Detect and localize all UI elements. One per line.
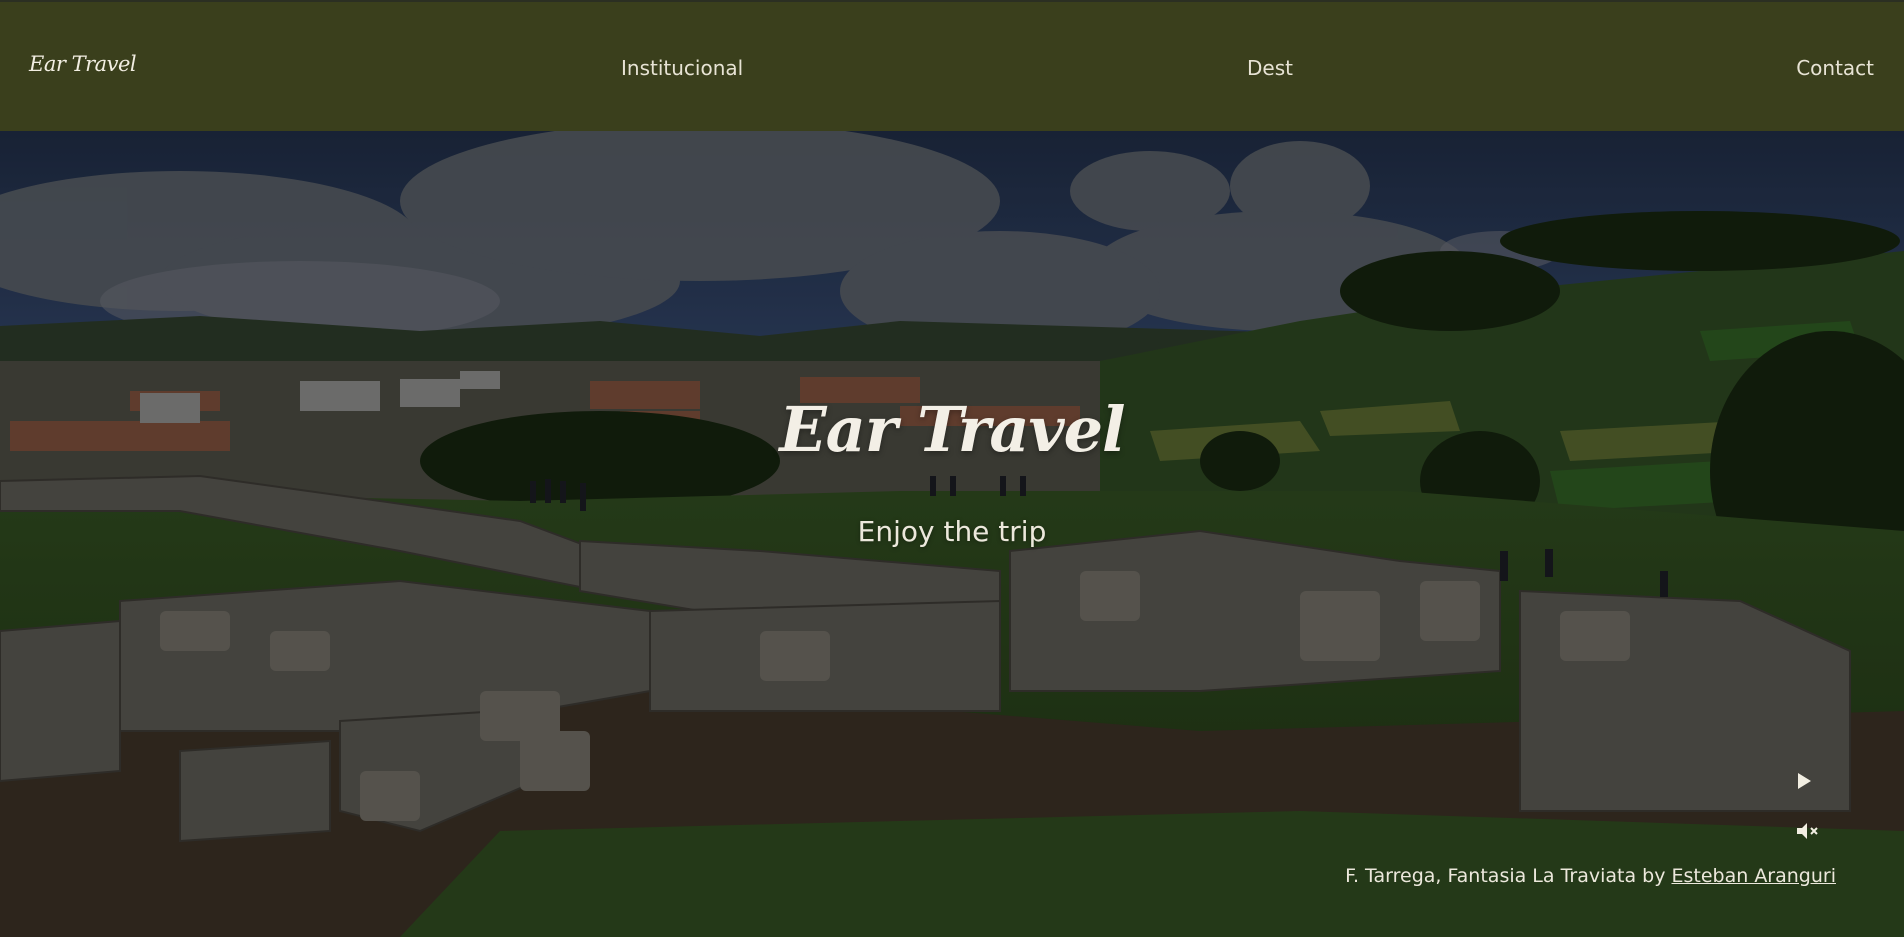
mute-button[interactable] (1795, 821, 1825, 851)
nav-link-institucional[interactable]: Institucional (621, 56, 743, 80)
speaker-muted-icon (1797, 823, 1818, 839)
nav-link-dest[interactable]: Dest (1247, 56, 1293, 80)
hero-video: Ear Travel Enjoy the trip F. Tarrega, Fa… (0, 131, 1904, 937)
credit-text: F. Tarrega, Fantasia La Traviata by (1345, 865, 1672, 887)
site-logo[interactable]: Ear Travel (29, 52, 137, 76)
play-icon (1798, 773, 1811, 789)
hero-subtitle: Enjoy the trip (857, 515, 1047, 548)
site-header: Ear Travel Institucional Dest Contact (0, 2, 1904, 131)
play-button[interactable] (1795, 771, 1825, 801)
credit-artist-link[interactable]: Esteban Aranguri (1671, 865, 1836, 887)
hero-title: Ear Travel (779, 393, 1125, 466)
music-credit: F. Tarrega, Fantasia La Traviata by Este… (1345, 865, 1836, 887)
nav-link-contact[interactable]: Contact (1796, 56, 1874, 80)
